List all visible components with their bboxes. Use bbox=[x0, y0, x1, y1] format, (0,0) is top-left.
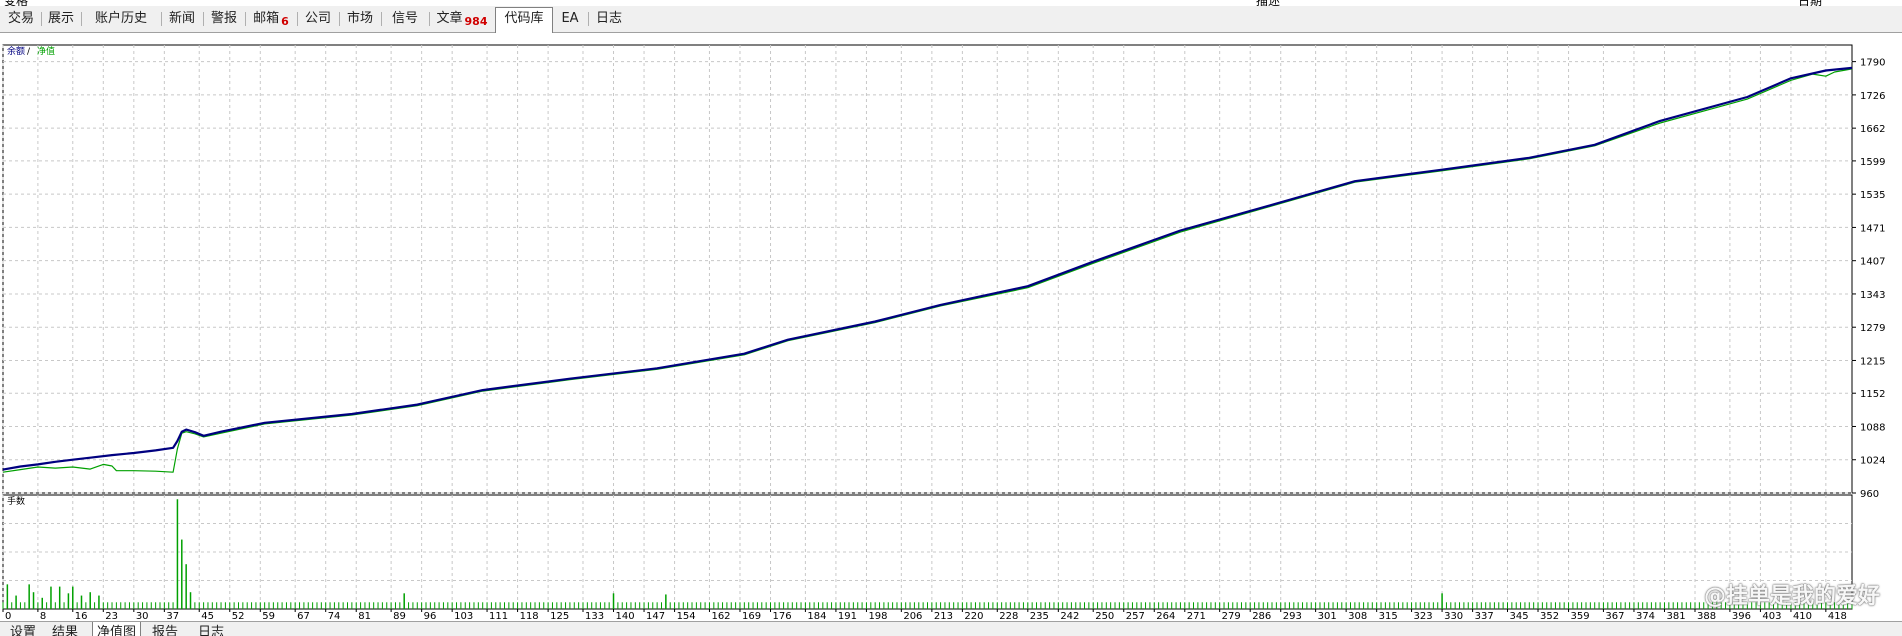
tab-label: 代码库 bbox=[504, 11, 544, 26]
tab-label: 信号 bbox=[391, 11, 418, 26]
tab-news[interactable]: 新闻 bbox=[162, 8, 204, 30]
tab-results[interactable]: 结果 bbox=[52, 622, 78, 636]
tab-label: EA bbox=[561, 11, 579, 26]
y-tick-label: 1279 bbox=[1860, 323, 1885, 334]
tab-label: 文章 bbox=[436, 11, 463, 26]
tab-label: 账户历史 bbox=[94, 11, 147, 26]
tab-label: 展示 bbox=[47, 11, 74, 26]
y-tick-label: 1535 bbox=[1860, 190, 1885, 201]
tab-alerts[interactable]: 警报 bbox=[204, 8, 246, 30]
tester-tab-bar: 设置 结果 净值图 报告 日志 bbox=[0, 621, 1902, 636]
y-tick-label: 1471 bbox=[1860, 223, 1885, 234]
tab-signals[interactable]: 信号 bbox=[382, 8, 430, 30]
tab-exposure[interactable]: 展示 bbox=[42, 8, 82, 30]
tab-label: 邮箱 bbox=[253, 11, 280, 26]
tab-tester-journal[interactable]: 日志 bbox=[198, 622, 224, 636]
legend-equity: 净值 bbox=[37, 45, 55, 57]
legend-balance: 余额 bbox=[7, 45, 25, 57]
tab-mailbox[interactable]: 邮箱 6 bbox=[246, 8, 298, 30]
y-tick-label: 960 bbox=[1860, 489, 1879, 500]
y-tick-label: 1152 bbox=[1860, 389, 1885, 400]
y-tick-label: 1599 bbox=[1860, 157, 1885, 168]
tab-label: 市场 bbox=[346, 11, 373, 26]
y-tick-label: 1662 bbox=[1860, 124, 1885, 135]
tab-equity-graph[interactable]: 净值图 bbox=[92, 622, 142, 636]
y-tick-label: 1024 bbox=[1860, 456, 1885, 467]
equity-chart-panel: 手数 960 1024 1088 1152 1215 1279 1343 1407 1471 15… bbox=[0, 40, 1902, 622]
tab-articles[interactable]: 文章 984 bbox=[430, 8, 494, 30]
main-plot-frame bbox=[2, 44, 1853, 494]
tab-report[interactable]: 报告 bbox=[152, 622, 178, 636]
y-tick-label: 1726 bbox=[1860, 91, 1885, 102]
tab-trade[interactable]: 交易 bbox=[2, 8, 42, 30]
tab-label: 交易 bbox=[7, 11, 34, 26]
tab-settings[interactable]: 设置 bbox=[10, 622, 36, 636]
tab-journal[interactable]: 日志 bbox=[589, 8, 629, 30]
tab-code-base[interactable]: 代码库 bbox=[495, 7, 553, 33]
tab-label: 公司 bbox=[304, 11, 331, 26]
tab-label: 警报 bbox=[210, 11, 237, 26]
tab-label: 日志 bbox=[595, 11, 622, 26]
y-tick-label: 1088 bbox=[1860, 422, 1885, 433]
mailbox-badge: 6 bbox=[281, 15, 289, 28]
y-tick-label: 1215 bbox=[1860, 356, 1885, 367]
y-tick-label: 1407 bbox=[1860, 257, 1885, 268]
tab-company[interactable]: 公司 bbox=[298, 8, 340, 30]
watermark: @挂单是我的爱好 bbox=[1703, 584, 1880, 609]
terminal-tab-bar: 交易 展示 账户历史 新闻 警报 邮箱 6 公司 市场 信号 文章 984 代码库 … bbox=[0, 6, 1902, 33]
tab-ea[interactable]: EA bbox=[553, 8, 589, 30]
tab-account-history[interactable]: 账户历史 bbox=[82, 8, 162, 30]
volume-label: 手数 bbox=[7, 495, 25, 507]
y-tick-label: 1343 bbox=[1860, 290, 1885, 301]
equity-chart: 手数 960 1024 1088 1152 1215 1279 1343 1407 1471 15… bbox=[2, 44, 1885, 622]
tab-label: 新闻 bbox=[168, 11, 195, 26]
tab-market[interactable]: 市场 bbox=[340, 8, 382, 30]
articles-badge: 984 bbox=[464, 15, 488, 28]
y-tick-label: 1790 bbox=[1860, 58, 1885, 69]
